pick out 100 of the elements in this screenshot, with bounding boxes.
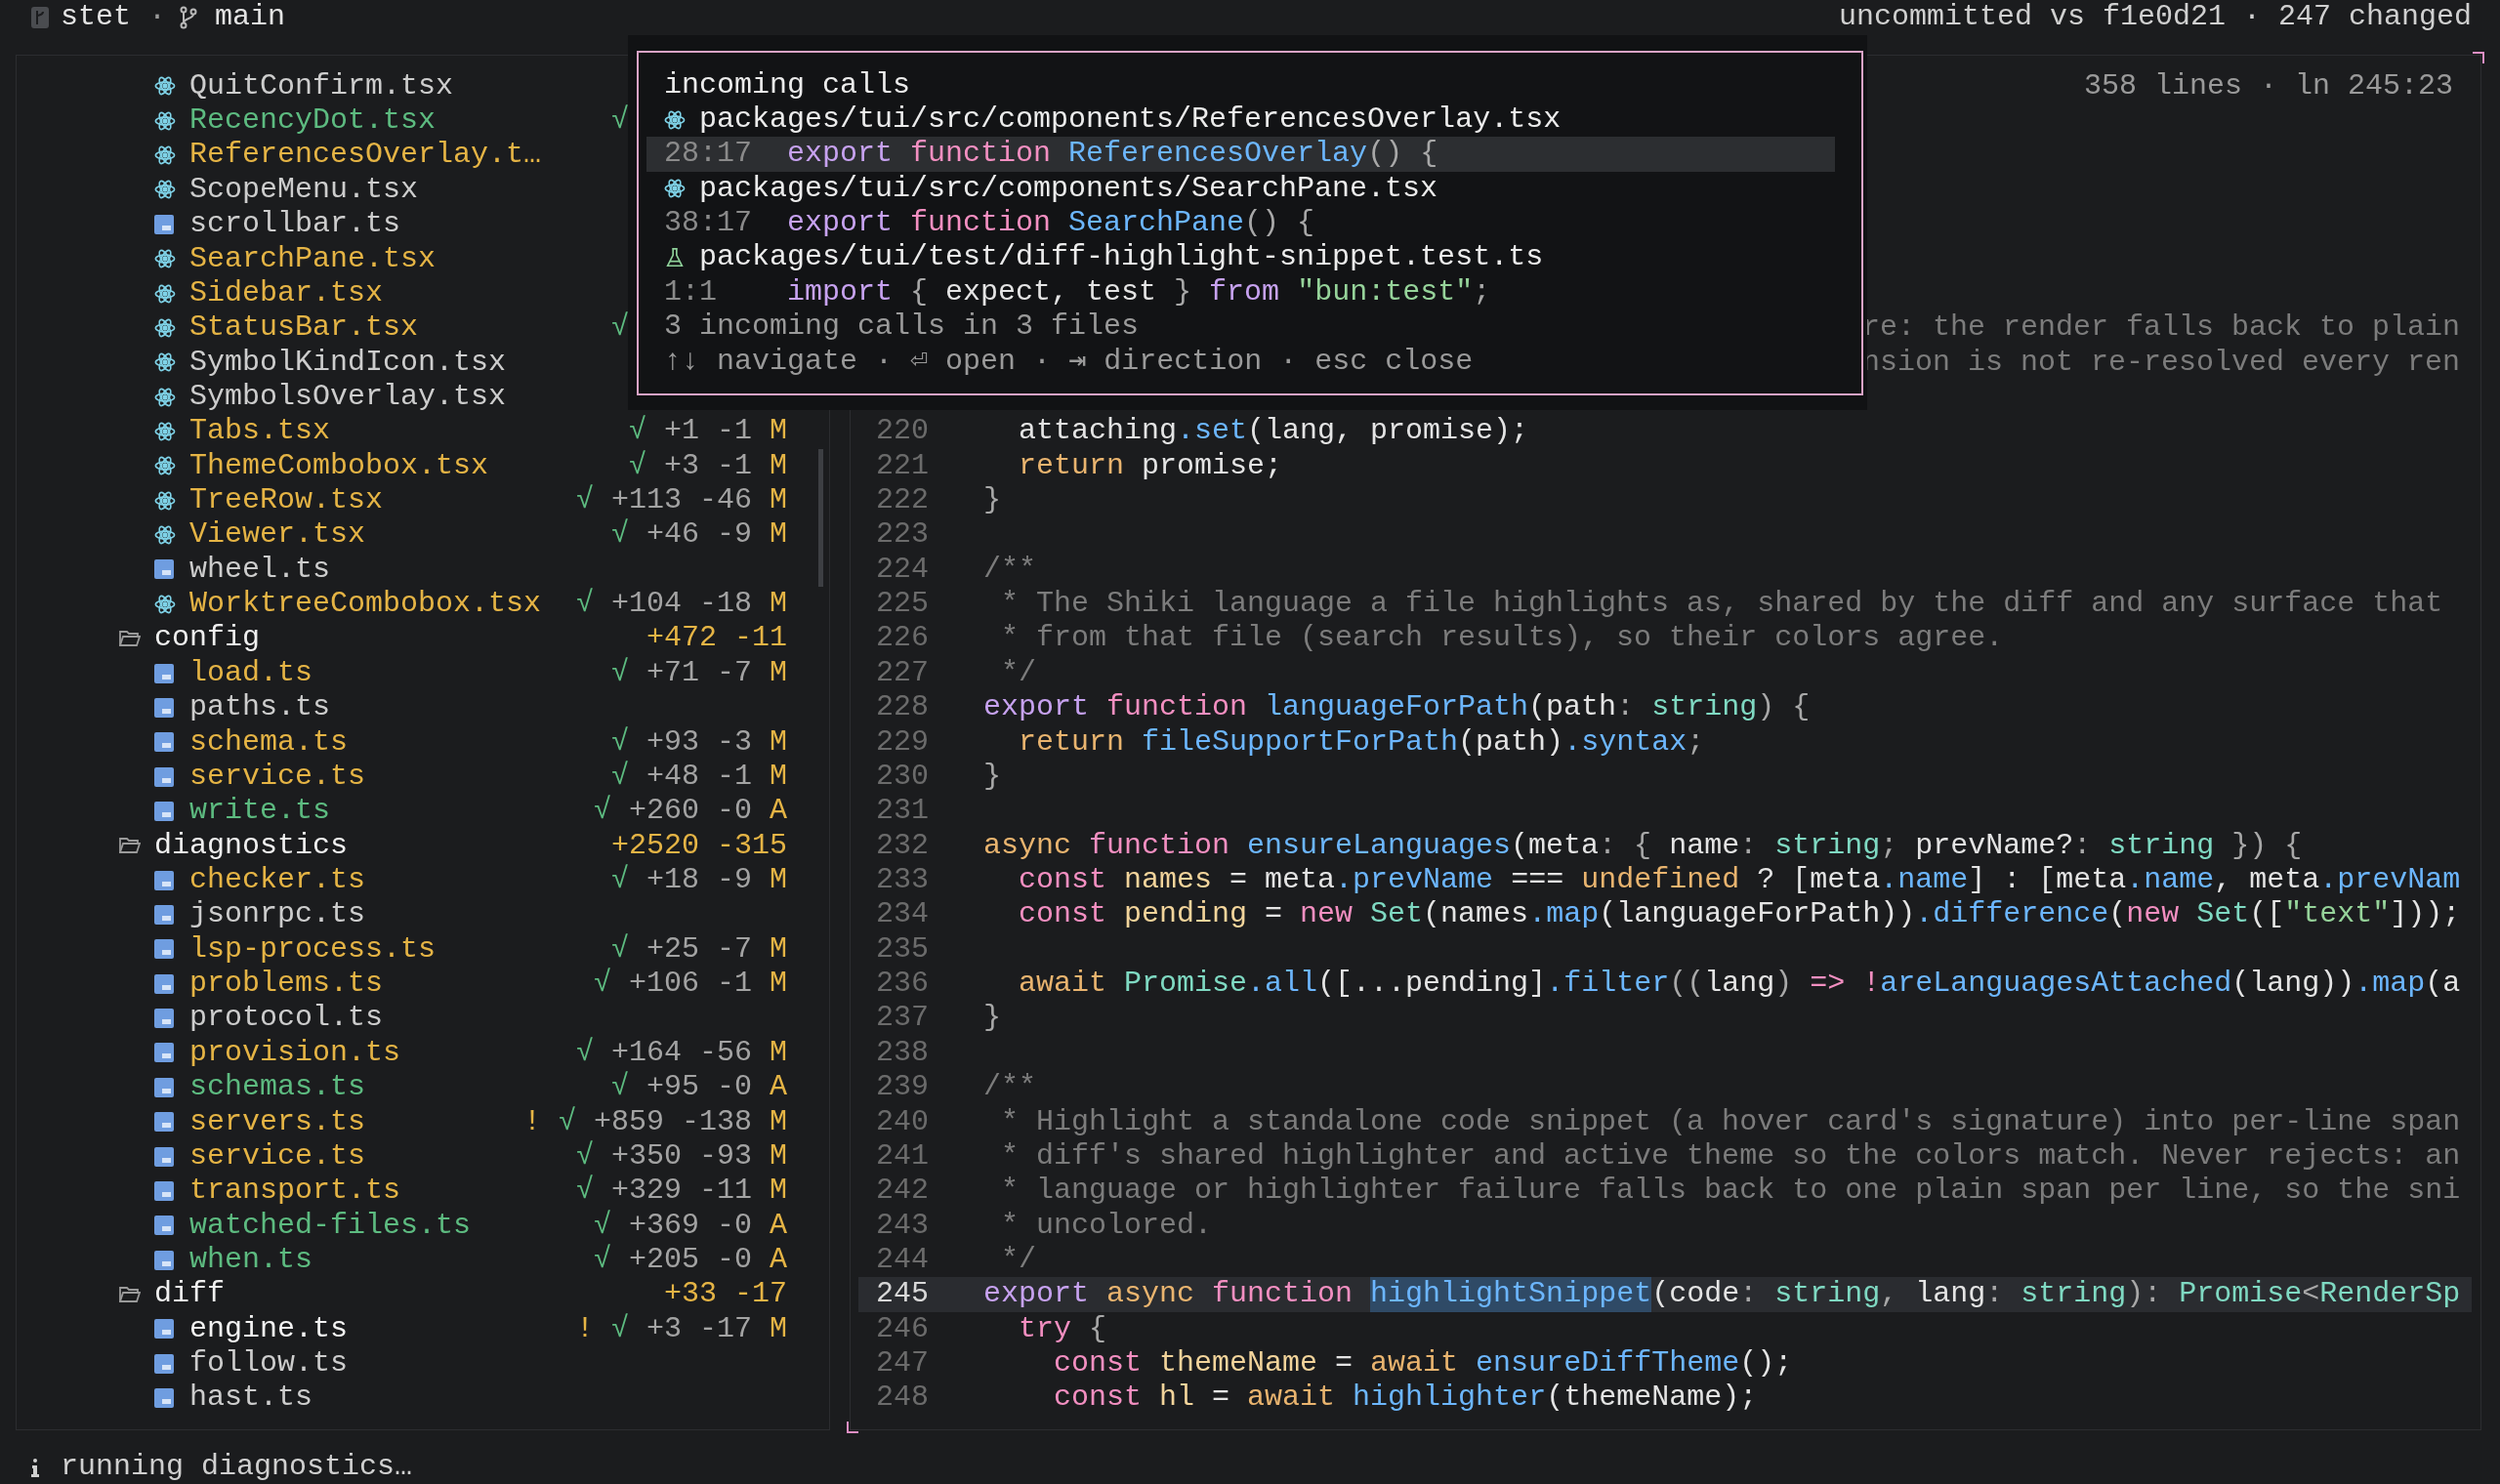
file-name[interactable]: load.ts: [189, 655, 313, 691]
file-name[interactable]: TreeRow.tsx: [189, 483, 384, 518]
file-name[interactable]: ReferencesOverlay.t…: [189, 138, 542, 173]
code-token: (lang, promise);: [1247, 414, 1529, 449]
file-name[interactable]: scrollbar.ts: [189, 207, 401, 242]
code-token: "bun:test": [1296, 274, 1474, 310]
file-name[interactable]: follow.ts: [189, 1346, 349, 1381]
file-name[interactable]: hast.ts: [189, 1381, 313, 1416]
open-folder-icon[interactable]: [119, 630, 141, 648]
code-token: string: [2020, 1277, 2127, 1312]
code-token: (languageForPath)): [1599, 897, 1916, 932]
code-token: string: [1773, 828, 1881, 863]
typescript-file-icon: [154, 559, 174, 580]
file-name[interactable]: service.ts: [189, 1138, 366, 1175]
check-mark: √: [575, 587, 594, 622]
file-name[interactable]: paths.ts: [189, 690, 331, 725]
separator-dot: ·: [148, 0, 167, 35]
file-name[interactable]: service.ts: [189, 759, 366, 795]
folder-name[interactable]: diagnostics: [154, 828, 349, 863]
code-token: ([: [2249, 897, 2285, 932]
file-name[interactable]: checker.ts: [189, 863, 366, 898]
line-number: 242: [876, 1174, 929, 1209]
file-path[interactable]: packages/tui/test/diff-highlight-snippet.test.ts: [699, 240, 1544, 275]
file-name[interactable]: write.ts: [189, 794, 331, 829]
file-name[interactable]: SearchPane.tsx: [189, 241, 437, 276]
check-mark: √: [575, 1035, 594, 1071]
removed-count: -1: [716, 414, 752, 449]
code-token: "text": [2284, 897, 2391, 932]
file-name[interactable]: lsp-process.ts: [189, 931, 437, 968]
added-count: +472: [646, 621, 717, 656]
added-count: +3: [646, 1311, 682, 1346]
code-token: string: [1773, 1277, 1881, 1312]
folder-name[interactable]: config: [154, 621, 261, 656]
added-count: +2520: [610, 828, 699, 863]
file-name[interactable]: watched-files.ts: [189, 1208, 472, 1243]
file-name[interactable]: protocol.ts: [189, 1001, 384, 1036]
line-number: 244: [876, 1242, 929, 1278]
file-path[interactable]: packages/tui/src/components/ReferencesOverlay.tsx: [699, 103, 1562, 138]
file-name[interactable]: Sidebar.tsx: [189, 275, 384, 311]
code-token: =: [1334, 1346, 1354, 1381]
code-token: const: [1053, 1346, 1143, 1381]
open-folder-icon[interactable]: [119, 1285, 141, 1303]
file-name[interactable]: wheel.ts: [189, 552, 331, 588]
line-number: 248: [876, 1381, 929, 1416]
typescript-file-icon: [154, 905, 174, 925]
status-letter: M: [770, 931, 787, 968]
added-count: +3: [663, 448, 699, 484]
atom-icon: [664, 178, 686, 200]
added-count: +859: [593, 1104, 664, 1139]
code-token: pending: [1123, 897, 1248, 932]
repository-name: stet: [61, 0, 131, 35]
file-name[interactable]: WorktreeCombobox.tsx: [189, 587, 542, 622]
code-token: prevName?: [1914, 828, 2074, 863]
file-name[interactable]: ThemeCombobox.tsx: [189, 448, 489, 484]
file-name[interactable]: schemas.ts: [189, 1070, 366, 1105]
code-token: => !: [1809, 967, 1881, 1002]
check-mark: √: [593, 1208, 611, 1243]
code-token: :: [2073, 828, 2092, 863]
file-name[interactable]: problems.ts: [189, 967, 384, 1002]
file-name[interactable]: SymbolsOverlay.tsx: [189, 379, 507, 415]
code-token: function: [909, 137, 1052, 172]
open-folder-icon[interactable]: [119, 837, 141, 855]
file-name[interactable]: StatusBar.tsx: [189, 310, 419, 346]
status-letter: M: [770, 1311, 787, 1346]
status-letter: M: [770, 724, 787, 760]
file-name[interactable]: jsonrpc.ts: [189, 897, 366, 932]
selected-call-row[interactable]: 28:17 export function ReferencesOverlay() {: [646, 137, 1835, 172]
removed-count: -3: [716, 724, 752, 760]
popup-summary: 3 incoming calls in 3 files: [664, 309, 1140, 345]
line-number: 241: [876, 1138, 929, 1175]
file-name[interactable]: when.ts: [189, 1242, 313, 1278]
code-token: ([...pending]: [1317, 967, 1547, 1002]
code-token: * Highlight a standalone code snippet (a hover card's signature) into per-line span: [1000, 1104, 2461, 1139]
file-name[interactable]: ScopeMenu.tsx: [189, 172, 419, 208]
line-number: 239: [876, 1070, 929, 1105]
removed-count: -0: [716, 1070, 752, 1105]
file-name[interactable]: transport.ts: [189, 1174, 401, 1209]
file-name[interactable]: QuitConfirm.tsx: [189, 68, 454, 104]
check-mark: √: [610, 517, 629, 553]
file-name[interactable]: Tabs.tsx: [189, 414, 331, 449]
file-name[interactable]: schema.ts: [189, 724, 349, 760]
atom-icon: [154, 282, 176, 305]
file-path[interactable]: packages/tui/src/components/SearchPane.tsx: [699, 171, 1438, 207]
typescript-file-icon: [154, 1250, 174, 1270]
scrollbar[interactable]: [818, 449, 823, 588]
file-name[interactable]: engine.ts: [189, 1311, 349, 1346]
file-name[interactable]: SymbolKindIcon.tsx: [189, 345, 507, 380]
file-name[interactable]: provision.ts: [189, 1035, 401, 1071]
folder-name[interactable]: diff: [154, 1277, 225, 1312]
check-mark: √: [593, 1242, 611, 1278]
status-letter: M: [770, 1035, 787, 1071]
added-count: +260: [628, 794, 699, 829]
file-name[interactable]: Viewer.tsx: [189, 517, 366, 553]
code-token: * from that file (search results), so their colors agree.: [1000, 621, 2004, 656]
code-token: ):: [2126, 1277, 2162, 1312]
status-letter: M: [770, 863, 787, 898]
popup-title: incoming calls: [664, 67, 911, 103]
file-name[interactable]: RecencyDot.tsx: [189, 103, 437, 139]
file-name[interactable]: servers.ts: [189, 1104, 366, 1139]
atom-icon: [154, 144, 176, 167]
